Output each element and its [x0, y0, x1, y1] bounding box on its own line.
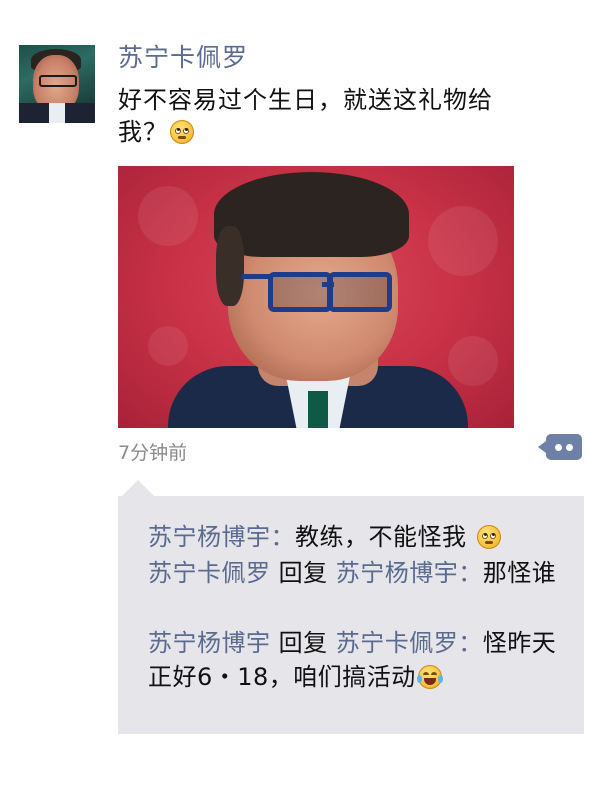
comment-dot-icon: [566, 444, 573, 451]
comment-separator: ：: [270, 523, 295, 551]
photo-hair: [214, 172, 409, 257]
reply-to-name[interactable]: 苏宁杨博宇: [336, 559, 459, 587]
author-name[interactable]: 苏宁卡佩罗: [118, 38, 248, 74]
comment-text: 那怪谁: [482, 559, 557, 587]
comment-author[interactable]: 苏宁卡佩罗: [148, 559, 271, 587]
avatar-glasses: [39, 75, 77, 87]
reply-word: 回复: [278, 559, 328, 587]
comment-item[interactable]: 苏宁杨博宇：教练，不能怪我: [148, 520, 564, 554]
rolling-eyes-emoji-icon: [476, 525, 501, 549]
photo-glasses-left: [268, 272, 332, 312]
rolling-eyes-emoji-icon: [170, 120, 194, 144]
avatar-shirt: [49, 103, 65, 123]
photo-glasses-bridge: [322, 282, 334, 287]
comment-author[interactable]: 苏宁杨博宇: [148, 629, 271, 657]
comment-separator: ：: [458, 629, 483, 657]
comment-author[interactable]: 苏宁杨博宇: [148, 523, 271, 551]
comment-dot-icon: [555, 444, 562, 451]
comment-text: 教练，不能怪我: [295, 523, 467, 551]
tears-of-joy-emoji-icon: [416, 665, 443, 689]
comments-panel: 苏宁杨博宇：教练，不能怪我 苏宁卡佩罗 回复 苏宁杨博宇：那怪谁 苏宁杨博宇 回…: [118, 480, 584, 734]
comment-item[interactable]: 苏宁杨博宇 回复 苏宁卡佩罗：怪昨天正好6・18，咱们搞活动: [148, 626, 564, 694]
author-avatar[interactable]: [19, 45, 95, 123]
comment-item[interactable]: 苏宁卡佩罗 回复 苏宁杨博宇：那怪谁: [148, 556, 564, 590]
photo-tie: [308, 391, 328, 428]
reply-to-name[interactable]: 苏宁卡佩罗: [336, 629, 459, 657]
reply-word: 回复: [278, 629, 328, 657]
comment-separator: ：: [458, 559, 483, 587]
post-text: 好不容易过个生日，就送这礼物给我？: [118, 84, 538, 148]
post-timestamp: 7分钟前: [118, 442, 188, 464]
comment-button[interactable]: [538, 434, 582, 460]
photo-hair-side: [216, 226, 244, 306]
post-photo[interactable]: [118, 166, 514, 428]
photo-glasses-right: [328, 272, 392, 312]
